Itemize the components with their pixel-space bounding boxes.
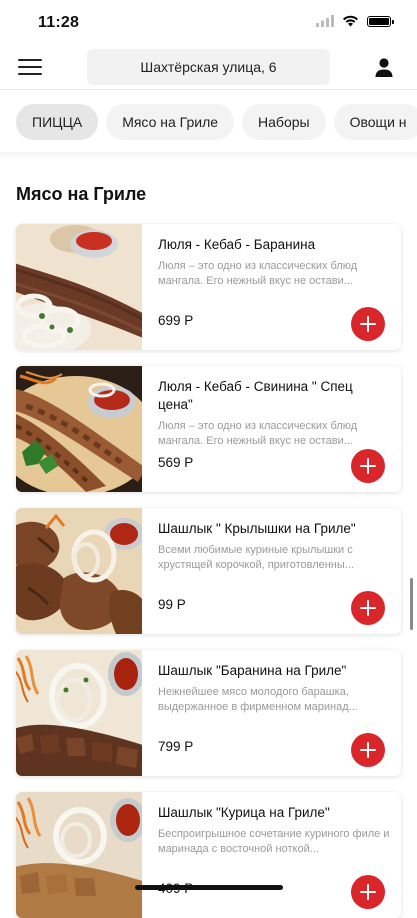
product-description: Люля – это одно из классических блюд ман… (158, 420, 358, 447)
product-image (16, 366, 142, 492)
category-chip-sets[interactable]: Наборы (242, 104, 326, 140)
profile-icon[interactable] (373, 56, 395, 78)
product-description: Люля – это одно из классических блюд ман… (158, 260, 358, 287)
product-description: Нежнейшее мясо молодого барашка, выдержа… (158, 686, 358, 713)
product-name: Люля - Кебаб - Свинина " Спец цена" (158, 379, 353, 412)
product-image (16, 650, 142, 776)
add-to-cart-button[interactable] (351, 733, 385, 767)
product-price: 569 Р (158, 455, 194, 470)
signal-icon (316, 15, 334, 27)
category-chip-vegetables[interactable]: Овощи н (333, 104, 417, 140)
address-selector[interactable]: Шахтёрская улица, 6 (87, 49, 330, 85)
product-card[interactable]: Шашлык "Курица на Гриле" Беспроигрышное … (16, 792, 401, 918)
add-to-cart-button[interactable] (351, 875, 385, 909)
app-header: Шахтёрская улица, 6 (0, 44, 417, 90)
category-chip-pizza[interactable]: ПИЦЦА (16, 104, 99, 140)
category-shadow (0, 152, 417, 160)
category-bar: ПИЦЦА Мясо на Гриле Наборы Овощи н (0, 104, 417, 140)
status-time: 11:28 (38, 14, 80, 31)
product-image (16, 224, 142, 350)
product-image (16, 792, 142, 918)
address-text: Шахтёрская улица, 6 (140, 59, 277, 75)
category-chip-grill[interactable]: Мясо на Гриле (106, 104, 235, 140)
status-bar: 11:28 (0, 0, 417, 44)
product-name: Шашлык "Баранина на Гриле" (158, 663, 347, 678)
battery-icon (367, 15, 394, 27)
product-card[interactable]: Шашлык "Баранина на Гриле" Нежнейшее мяс… (16, 650, 401, 776)
product-card[interactable]: Люля - Кебаб - Свинина " Спец цена" Люля… (16, 366, 401, 492)
product-price: 699 Р (158, 313, 194, 328)
menu-icon[interactable] (18, 56, 42, 78)
product-card[interactable]: Шашлык " Крылышки на Гриле" Всеми любимы… (16, 508, 401, 634)
scrollbar[interactable] (410, 578, 413, 630)
product-image (16, 508, 142, 634)
product-price: 799 Р (158, 739, 194, 754)
product-description: Беспроигрышное сочетание куриного филе и… (158, 828, 390, 855)
add-to-cart-button[interactable] (351, 307, 385, 341)
product-price: 99 Р (158, 597, 186, 612)
product-name: Шашлык "Курица на Гриле" (158, 805, 330, 820)
status-icons (316, 15, 394, 27)
product-name: Люля - Кебаб - Баранина (158, 237, 316, 252)
header-divider (0, 89, 417, 90)
wifi-icon (343, 15, 358, 27)
product-name: Шашлык " Крылышки на Гриле" (158, 521, 356, 536)
product-card[interactable]: Люля - Кебаб - Баранина Люля – это одно … (16, 224, 401, 350)
add-to-cart-button[interactable] (351, 591, 385, 625)
section-title: Мясо на Гриле (16, 184, 147, 204)
product-description: Всеми любимые куриные крылышки с хрустящ… (158, 544, 354, 571)
home-indicator[interactable] (135, 885, 283, 890)
add-to-cart-button[interactable] (351, 449, 385, 483)
